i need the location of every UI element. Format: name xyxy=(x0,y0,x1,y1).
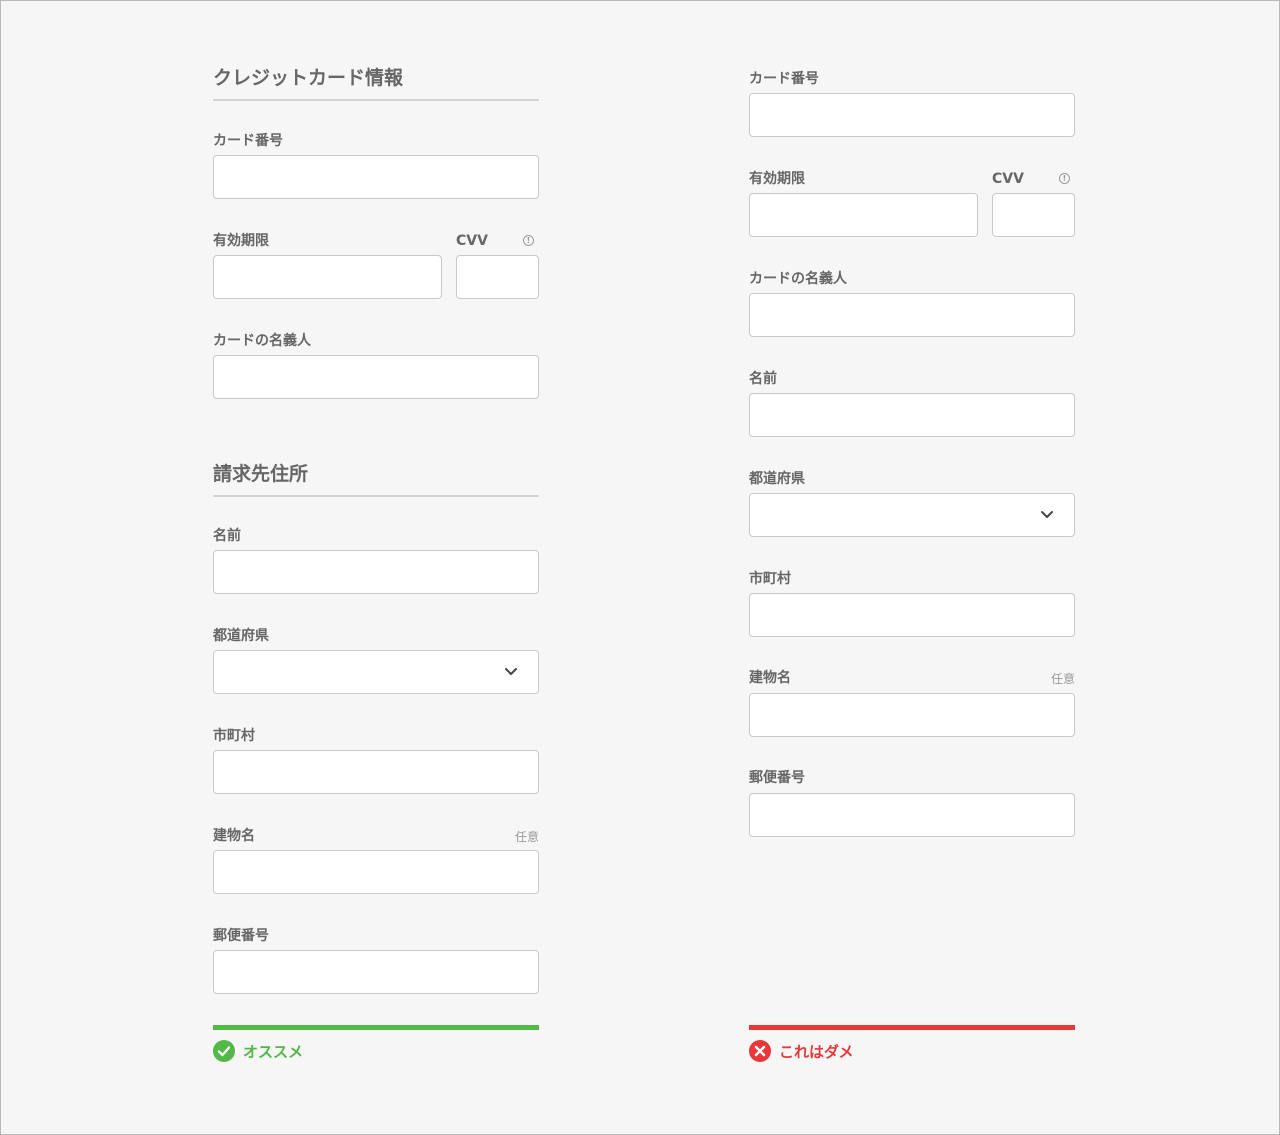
city-label: 市町村 xyxy=(749,571,791,587)
cvv-label: CVV xyxy=(992,171,1024,187)
comparison-canvas: クレジットカード情報 カード番号 有効期限 CVV ! カードの名義人 請求先住… xyxy=(0,0,1280,1135)
cardholder-label: カードの名義人 xyxy=(213,333,311,349)
card-section-title: クレジットカード情報 xyxy=(213,63,539,101)
postal-code-input[interactable] xyxy=(213,950,539,994)
chevron-down-icon xyxy=(1041,511,1053,518)
building-label: 建物名 xyxy=(749,670,791,686)
name-input[interactable] xyxy=(213,550,539,594)
good-indicator-bar xyxy=(213,1025,539,1030)
building-label: 建物名 xyxy=(213,828,255,844)
cvv-input[interactable] xyxy=(456,255,539,299)
good-verdict: オススメ xyxy=(213,1040,303,1062)
x-circle-icon xyxy=(749,1040,771,1062)
info-icon[interactable]: ! xyxy=(523,235,534,246)
city-input[interactable] xyxy=(749,593,1075,637)
cvv-label: CVV xyxy=(456,233,488,249)
billing-section-title: 請求先住所 xyxy=(213,459,539,497)
cardholder-input[interactable] xyxy=(213,355,539,399)
postal-code-label: 郵便番号 xyxy=(749,770,805,786)
expiry-label: 有効期限 xyxy=(749,171,805,187)
bad-verdict: これはダメ xyxy=(749,1040,854,1062)
info-icon[interactable]: ! xyxy=(1059,173,1070,184)
prefecture-select[interactable] xyxy=(749,493,1075,537)
city-input[interactable] xyxy=(213,750,539,794)
cvv-input[interactable] xyxy=(992,193,1075,237)
building-input[interactable] xyxy=(749,693,1075,737)
chevron-down-icon xyxy=(505,668,517,675)
card-number-input[interactable] xyxy=(749,93,1075,137)
name-input[interactable] xyxy=(749,393,1075,437)
expiry-input[interactable] xyxy=(213,255,442,299)
good-verdict-label: オススメ xyxy=(243,1042,304,1061)
card-number-label: カード番号 xyxy=(749,71,819,87)
expiry-label: 有効期限 xyxy=(213,233,269,249)
name-label: 名前 xyxy=(749,371,777,387)
building-input[interactable] xyxy=(213,850,539,894)
city-label: 市町村 xyxy=(213,728,255,744)
name-label: 名前 xyxy=(213,528,241,544)
postal-code-label: 郵便番号 xyxy=(213,928,269,944)
optional-tag: 任意 xyxy=(514,830,539,844)
bad-verdict-label: これはダメ xyxy=(779,1042,854,1061)
prefecture-label: 都道府県 xyxy=(749,471,805,487)
card-number-label: カード番号 xyxy=(213,133,283,149)
cardholder-input[interactable] xyxy=(749,293,1075,337)
check-circle-icon xyxy=(213,1040,235,1062)
bad-indicator-bar xyxy=(749,1025,1075,1030)
prefecture-label: 都道府県 xyxy=(213,628,269,644)
optional-tag: 任意 xyxy=(1050,672,1075,686)
expiry-input[interactable] xyxy=(749,193,978,237)
cardholder-label: カードの名義人 xyxy=(749,271,847,287)
card-number-input[interactable] xyxy=(213,155,539,199)
prefecture-select[interactable] xyxy=(213,650,539,694)
postal-code-input[interactable] xyxy=(749,793,1075,837)
